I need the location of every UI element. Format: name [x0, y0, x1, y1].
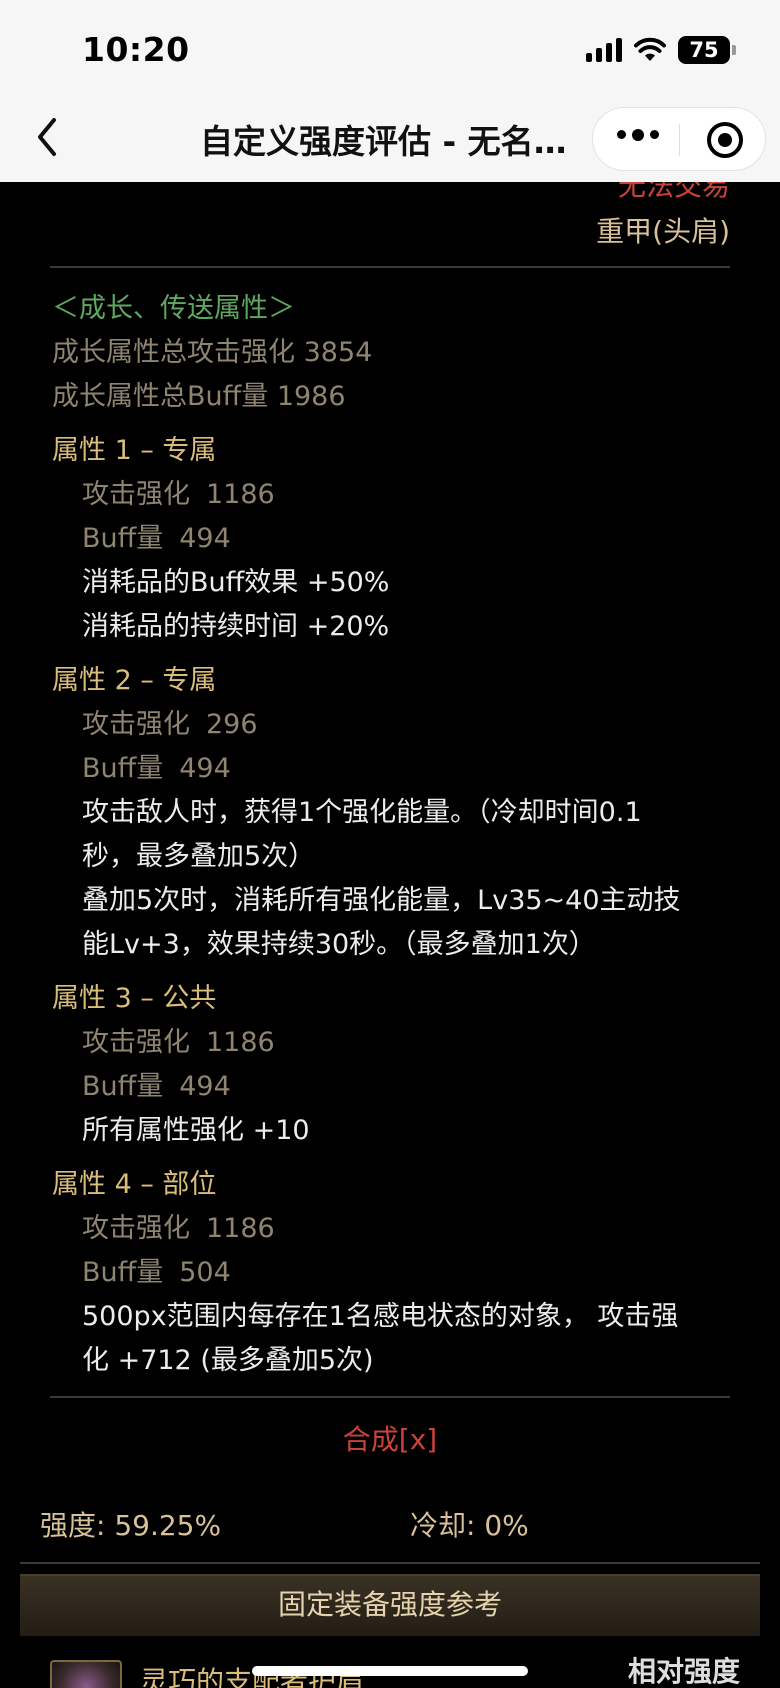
home-indicator[interactable] — [252, 1666, 528, 1676]
attr-effect: 叠加5次时，消耗所有强化能量，Lv35~40主动技 — [82, 885, 681, 916]
wifi-icon — [634, 37, 666, 61]
capsule-divider — [679, 124, 680, 156]
close-target-icon[interactable] — [707, 122, 743, 158]
status-time: 10:20 — [82, 30, 190, 69]
cellular-signal-icon — [586, 38, 622, 62]
mini-program-capsule — [592, 107, 766, 171]
growth-buff-total: 成长属性总Buff量 1986 — [52, 381, 346, 412]
attr-buff: Buff量 494 — [82, 753, 231, 784]
attr-effect: 消耗品的持续时间 +20% — [82, 611, 390, 642]
back-arrow-icon[interactable] — [30, 112, 64, 162]
item-detail: 无法交易 重甲(头肩) ＜成长、传送属性＞ 成长属性总攻击强化 3854 成长属… — [0, 182, 780, 1688]
cooldown-value: 冷却: 0% — [410, 1509, 529, 1542]
attr-effect: 所有属性强化 +10 — [82, 1115, 310, 1146]
growth-attack-total: 成长属性总攻击强化 3854 — [52, 337, 373, 368]
attr-buff: Buff量 494 — [82, 523, 231, 554]
attr-effect: 能Lv+3，效果持续30秒。（最多叠加1次） — [82, 929, 596, 960]
attr-title: 属性 4 – 部位 — [52, 1169, 217, 1200]
armor-type: 重甲(头肩) — [596, 215, 730, 248]
more-icon[interactable] — [617, 128, 659, 141]
attr-attack: 攻击强化 1186 — [82, 1213, 275, 1244]
attr-attack: 攻击强化 1186 — [82, 479, 275, 510]
attr-title: 属性 3 – 公共 — [52, 983, 217, 1014]
status-icons: 75 — [586, 36, 736, 64]
relative-strength-label: 相对强度 — [627, 1655, 740, 1688]
battery-icon: 75 — [678, 36, 736, 64]
compose-link[interactable]: 合成[x] — [0, 1418, 780, 1458]
divider — [50, 1396, 730, 1398]
top-bar: 10:20 75 自定义强度评估 - 无名… — [0, 0, 780, 182]
attr-effect: 500px范围内每存在1名感电状态的对象， 攻击强 — [82, 1301, 679, 1332]
item-thumbnail-icon — [50, 1660, 122, 1688]
strength-value: 强度: 59.25% — [40, 1509, 222, 1542]
divider — [50, 266, 730, 268]
attr-buff: Buff量 504 — [82, 1257, 231, 1288]
attr-effect: 秒，最多叠加5次） — [82, 841, 316, 872]
attr-attack: 攻击强化 1186 — [82, 1027, 275, 1058]
attr-effect: 攻击敌人时，获得1个强化能量。（冷却时间0.1 — [82, 797, 642, 828]
fixed-equipment-reference-header[interactable]: 固定装备强度参考 — [20, 1574, 760, 1636]
attr-attack: 攻击强化 296 — [82, 709, 258, 740]
divider — [20, 1562, 760, 1564]
attr-buff: Buff量 494 — [82, 1071, 231, 1102]
attr-title: 属性 1 – 专属 — [52, 435, 217, 466]
trade-status: 无法交易 — [617, 182, 730, 202]
growth-header: ＜成长、传送属性＞ — [52, 293, 295, 324]
attr-effect: 消耗品的Buff效果 +50% — [82, 567, 390, 598]
attr-effect: 化 +712 (最多叠加5次) — [82, 1345, 374, 1376]
page-title: 自定义强度评估 - 无名… — [200, 122, 567, 161]
attr-title: 属性 2 – 专属 — [52, 665, 217, 696]
